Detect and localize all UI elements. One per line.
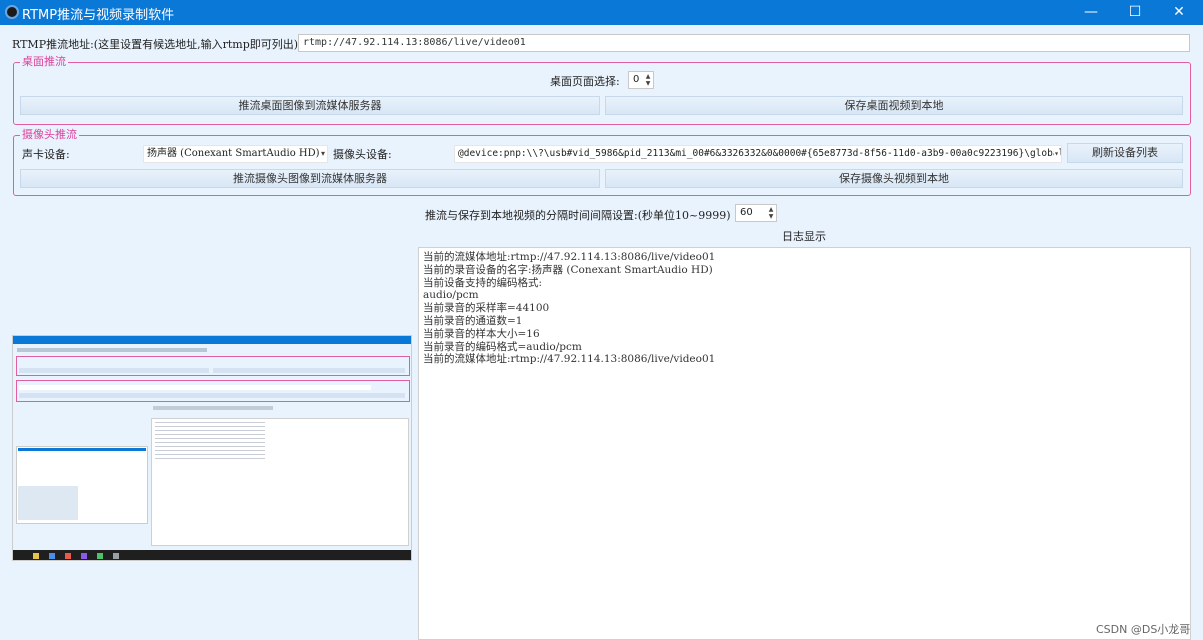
maximize-icon[interactable]: ☐ <box>1113 0 1157 25</box>
log-line: 当前录音的通道数=1 <box>423 314 523 327</box>
refresh-devices-button[interactable]: 刷新设备列表 <box>1067 143 1183 163</box>
window-title: RTMP推流与视频录制软件 <box>22 8 175 23</box>
camera-device-select[interactable]: @device:pnp:\\?\usb#vid_5986&pid_2113&mi… <box>454 145 1062 163</box>
title-bar[interactable]: RTMP推流与视频录制软件 — ☐ ✕ <box>0 0 1203 25</box>
preview-row <box>18 448 146 451</box>
desktop-preview-image <box>12 335 412 561</box>
close-icon[interactable]: ✕ <box>1157 0 1201 25</box>
watermark: CSDN @DS小龙哥 <box>1096 623 1191 636</box>
minimize-icon[interactable]: — <box>1069 0 1113 25</box>
preview-taskbar-icon <box>113 553 119 559</box>
log-line: 当前录音的样本大小=16 <box>423 327 540 340</box>
preview-row <box>153 406 273 410</box>
preview-row <box>18 486 78 520</box>
log-line: 当前录音的采样率=44100 <box>423 302 550 315</box>
spin-down-icon[interactable]: ▼ <box>644 80 652 87</box>
log-line: 当前的流媒体地址:rtmp://47.92.114.13:8086/live/v… <box>423 353 716 366</box>
interval-value: 60 <box>740 207 753 218</box>
log-line: 当前录音的编码格式=audio/pcm <box>423 340 582 353</box>
preview-taskbar-icon <box>33 553 39 559</box>
log-line: 当前的录音设备的名字:扬声器 (Conexant SmartAudio HD) <box>423 263 713 276</box>
interval-label: 推流与保存到本地视频的分隔时间间隔设置:(秒单位10~9999) <box>425 209 731 222</box>
preview-row <box>19 385 371 390</box>
desktop-push-group <box>13 62 1191 125</box>
preview-row <box>17 348 207 352</box>
preview-button <box>19 368 209 373</box>
sound-device-label: 声卡设备: <box>22 148 70 161</box>
log-line: audio/pcm <box>423 289 479 302</box>
desktop-page-value: 0 <box>633 74 640 85</box>
preview-button <box>213 368 405 373</box>
spin-up-icon[interactable]: ▲ <box>767 206 775 213</box>
desktop-page-spinbox[interactable]: 0 ▲ ▼ <box>628 71 654 89</box>
preview-taskbar-icon <box>49 553 55 559</box>
chevron-down-icon[interactable]: ▾ <box>1054 146 1059 162</box>
preview-taskbar-icon <box>81 553 87 559</box>
chevron-down-icon[interactable]: ▾ <box>321 146 325 162</box>
preview-log-lines <box>155 422 265 462</box>
desktop-page-label: 桌面页面选择: <box>550 75 620 88</box>
rtmp-address-input[interactable]: rtmp://47.92.114.13:8086/live/video01 <box>298 34 1190 52</box>
camera-save-button[interactable]: 保存摄像头视频到本地 <box>605 169 1183 188</box>
preview-taskbar <box>13 550 411 560</box>
interval-spinbox[interactable]: 60 ▲ ▼ <box>735 204 777 222</box>
log-line: 当前的流媒体地址:rtmp://47.92.114.13:8086/live/v… <box>423 251 716 263</box>
sound-device-value: 扬声器 (Conexant SmartAudio HD) <box>147 148 320 159</box>
preview-titlebar <box>13 336 411 344</box>
spin-down-icon[interactable]: ▼ <box>767 213 775 220</box>
desktop-save-button[interactable]: 保存桌面视频到本地 <box>605 96 1183 115</box>
log-textarea[interactable]: 当前的流媒体地址:rtmp://47.92.114.13:8086/live/v… <box>418 247 1191 640</box>
log-line: 当前设备支持的编码格式: <box>423 276 543 289</box>
desktop-push-group-title: 桌面推流 <box>20 55 68 68</box>
sound-device-select[interactable]: 扬声器 (Conexant SmartAudio HD) ▾ <box>143 145 328 163</box>
camera-device-label: 摄像头设备: <box>333 148 392 161</box>
desktop-push-button[interactable]: 推流桌面图像到流媒体服务器 <box>20 96 600 115</box>
preview-group <box>16 356 410 376</box>
app-icon <box>5 5 19 19</box>
camera-push-button[interactable]: 推流摄像头图像到流媒体服务器 <box>20 169 600 188</box>
camera-push-group-title: 摄像头推流 <box>20 128 79 141</box>
camera-device-value: @device:pnp:\\?\usb#vid_5986&pid_2113&mi… <box>458 148 1062 159</box>
log-title: 日志显示 <box>782 230 826 243</box>
spin-up-icon[interactable]: ▲ <box>644 73 652 80</box>
rtmp-address-label: RTMP推流地址:(这里设置有候选地址,输入rtmp即可列出) <box>12 38 299 51</box>
preview-taskbar-icon <box>97 553 103 559</box>
preview-group <box>16 380 410 402</box>
preview-taskbar-icon <box>65 553 71 559</box>
preview-button <box>19 393 405 398</box>
